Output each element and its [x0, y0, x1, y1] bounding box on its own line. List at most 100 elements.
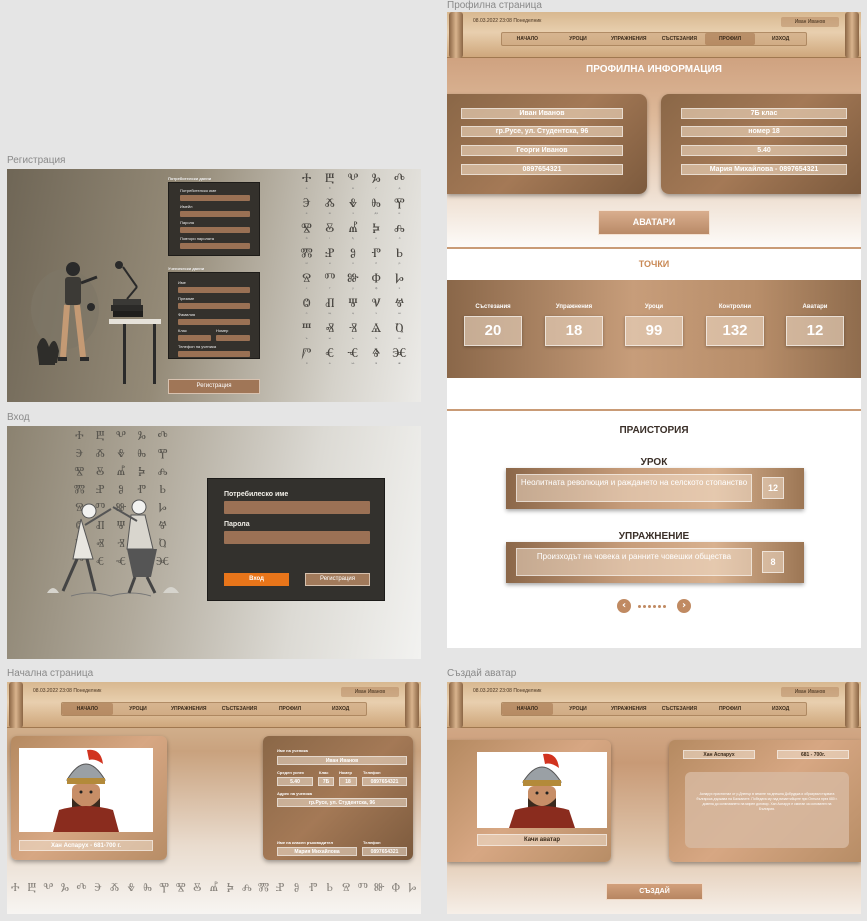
phone-input[interactable]: [178, 351, 250, 357]
stat-value-competitions: 20: [464, 316, 522, 346]
nav-logout[interactable]: ИЗХОД: [755, 703, 806, 715]
pagination-dot[interactable]: [643, 605, 646, 608]
class-value: 7Б: [318, 777, 334, 786]
middle-name-input[interactable]: [178, 303, 250, 309]
frame-label-profile: Профилна страница: [447, 0, 542, 11]
glagolitic-glyph: Ⰽ: [226, 879, 234, 894]
glagolitic-glyph: Ⱍ: [394, 296, 405, 311]
login-password-input[interactable]: [224, 531, 370, 544]
glagolitic-glyph: Ⰴ: [393, 171, 405, 186]
register-submit-button[interactable]: Регистрация: [168, 379, 260, 394]
avatars-button[interactable]: АВАТАРИ: [598, 210, 710, 235]
profile-grade-pill: 5.40: [681, 145, 847, 156]
header-user-badge[interactable]: Иван Иванов: [340, 687, 399, 697]
nav-exercises[interactable]: УПРАЖНЕНИЯ: [603, 703, 654, 715]
glagolitic-glyph: Ⰵ: [75, 446, 84, 460]
nav-profile[interactable]: ПРОФИЛ: [265, 703, 316, 715]
pagination-dot[interactable]: [648, 605, 651, 608]
glagolitic-glyph: Ⱃ: [326, 879, 333, 894]
student-info-card: Име на ученика Иван Иванов Среден успех …: [263, 736, 413, 860]
stat-value-tests: 132: [706, 316, 764, 346]
nav-home[interactable]: НАЧАЛО: [502, 33, 553, 45]
pagination-dot[interactable]: [638, 605, 641, 608]
frame-label-registration: Регистрация: [7, 155, 66, 166]
glyph-transliteration: ѧ: [328, 361, 331, 365]
username-input[interactable]: [180, 195, 250, 201]
glagolitic-letter: Ⱑѣ: [365, 321, 388, 340]
glyph-transliteration: і: [329, 236, 331, 240]
profile-address-pill: гр.Русе, ул. Студентска, 96: [461, 126, 623, 137]
glyph-transliteration: ж: [328, 211, 332, 215]
nav-profile[interactable]: ПРОФИЛ: [704, 33, 756, 45]
nav-competitions[interactable]: СЪСТЕЗАНИЯ: [654, 703, 705, 715]
nav-home[interactable]: НАЧАЛО: [502, 703, 553, 715]
password-input[interactable]: [180, 227, 250, 233]
glagolitic-letter: Ⱉо: [295, 296, 318, 315]
glagolitic-glyph: Ⱀ: [275, 879, 285, 894]
last-name-input[interactable]: [178, 319, 250, 325]
glagolitic-glyph: Ⰸ: [143, 879, 153, 894]
login-screen: ⰀⰁⰂⰃⰄⰅⰆⰇⰈⰉⰊⰋⰌⰍⰎⰏⰐⰑⰒⰓⰔⰕⰖⰗⰘⰙⰚⰛⰜⰝⰞⰟⰠⰡⰢⰣⰤⰥⰦⰧ…: [7, 426, 421, 659]
nav-exercises[interactable]: УПРАЖНЕНИЯ: [603, 33, 654, 45]
nav-logout[interactable]: ИЗХОД: [755, 33, 806, 45]
nav-competitions[interactable]: СЪСТЕЗАНИЯ: [214, 703, 265, 715]
nav-lessons[interactable]: УРОЦИ: [113, 703, 164, 715]
arrow-right-icon[interactable]: ›: [677, 599, 691, 613]
glyph-transliteration: е: [305, 211, 308, 215]
header-user-badge[interactable]: Иван Иванов: [780, 687, 839, 697]
glyph-transliteration: г: [375, 186, 377, 190]
glagolitic-glyph: Ⰵ: [94, 879, 102, 894]
user-data-title: Потребителски данни: [168, 176, 212, 181]
go-to-register-button[interactable]: Регистрация: [305, 573, 370, 586]
glagolitic-letter: Ⰲв: [341, 171, 364, 190]
class-input[interactable]: [178, 335, 211, 341]
pagination-dot[interactable]: [658, 605, 661, 608]
email-input[interactable]: [180, 211, 250, 217]
glyph-transliteration: ь: [352, 336, 354, 340]
profile-class-pill: 7Б клас: [681, 108, 847, 119]
nav-profile[interactable]: ПРОФИЛ: [705, 703, 756, 715]
password-label: Парола: [180, 220, 195, 225]
glyph-transliteration: в: [352, 186, 354, 190]
glyph-transliteration: щ: [328, 311, 332, 315]
arrow-left-icon[interactable]: ‹: [617, 599, 631, 613]
glagolitic-alphabet-grid: Ⰰа Ⰱб Ⰲв Ⰳг Ⰴд Ⰵе Ⰶж Ⰷз Ⰸдз Ⰹи Ⰺй Ⰻі Ⰼђ Ⰽк Ⰾл Ⰿм Ⱀн Ⱁо Ⱂп Ⱃ…: [295, 171, 411, 365]
nav-lessons[interactable]: УРОЦИ: [553, 33, 604, 45]
glyph-transliteration: ю: [398, 336, 401, 340]
lesson-card[interactable]: Неолитната революция и раждането на селс…: [506, 468, 804, 509]
glagolitic-letter: Ⱆу: [341, 271, 364, 290]
nav-exercises[interactable]: УПРАЖНЕНИЯ: [163, 703, 214, 715]
glyph-transliteration: дз: [374, 211, 379, 215]
glyph-transliteration: ф: [374, 286, 378, 290]
upload-avatar-button[interactable]: Качи аватар: [477, 834, 607, 846]
glagolitic-letter: Ⱐь: [341, 321, 364, 340]
login-username-input[interactable]: [224, 501, 370, 514]
pagination-dot[interactable]: [653, 605, 656, 608]
create-avatar-button[interactable]: СЪЗДАЙ: [606, 883, 703, 900]
nav-logout[interactable]: ИЗХОД: [315, 703, 366, 715]
header-user-badge[interactable]: Иван Иванов: [780, 17, 839, 27]
address-label: Адрес на ученика: [277, 791, 313, 796]
profile-screen: 08.03.2022 23:08 Понеделник Иван Иванов …: [447, 12, 861, 648]
glagolitic-glyph: Ⰼ: [116, 464, 126, 478]
exercise-card[interactable]: Произходът на човека и ранните човешки о…: [506, 542, 804, 583]
glagolitic-letter: Ⱕѩ: [341, 346, 364, 365]
nav-competitions[interactable]: СЪСТЕЗАНИЯ: [654, 33, 705, 45]
home-screen: 08.03.2022 23:08 Понеделник Иван Иванов …: [7, 682, 421, 914]
portrait-caption: Хан Аспарух - 681-700 г.: [19, 840, 153, 851]
number-input[interactable]: [216, 335, 250, 341]
glagolitic-letter: Ⰼђ: [341, 221, 364, 240]
glagolitic-letter: Ⰷз: [341, 196, 364, 215]
glagolitic-glyph: Ⰵ: [302, 196, 311, 211]
glagolitic-letter: Ⰱб: [318, 171, 341, 190]
login-button[interactable]: Вход: [224, 573, 289, 586]
header-date: 08.03.2022 23:08 Понеделник: [473, 18, 542, 24]
nav-lessons[interactable]: УРОЦИ: [553, 703, 604, 715]
nav-home[interactable]: НАЧАЛО: [62, 703, 113, 715]
glagolitic-glyph: Ⱂ: [371, 246, 382, 261]
glagolitic-glyph: Ⰰ: [10, 879, 20, 894]
repeat-password-input[interactable]: [180, 243, 250, 249]
first-name-input[interactable]: [178, 287, 250, 293]
pagination-dot[interactable]: [663, 605, 666, 608]
glagolitic-glyph: Ⱃ: [395, 246, 403, 261]
